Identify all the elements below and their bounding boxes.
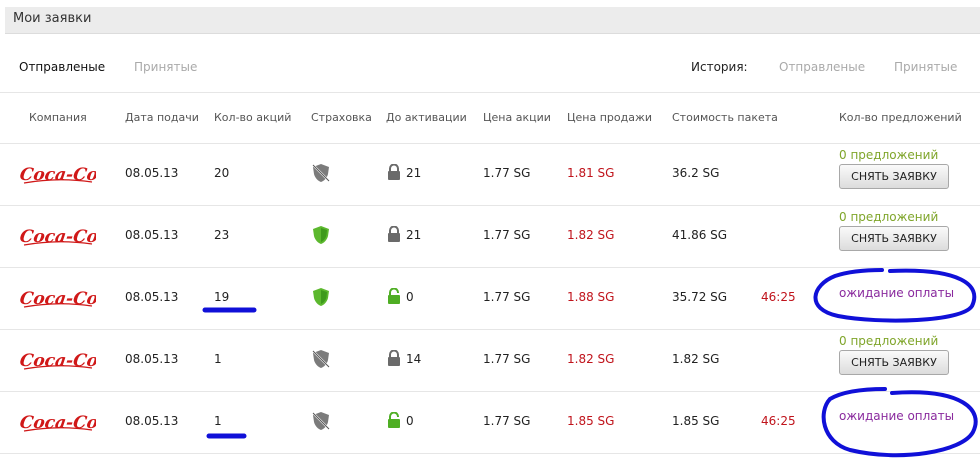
sale-price-cell: 1.88 SG [567,290,615,304]
col-offers: Кол-во предложений [839,111,962,124]
history-label: История: [691,60,748,74]
activation-cell: 21 [406,166,422,180]
shield-off-icon [311,411,331,434]
title-bar: Мои заявки [0,0,980,38]
col-insurance: Страховка [311,111,372,124]
offers-count: 0 предложений [839,148,939,162]
col-date: Дата подачи [125,111,199,124]
tab-accepted[interactable]: Принятые [134,60,197,74]
activation-cell: 21 [406,228,422,242]
cancel-request-button[interactable]: СНЯТЬ ЗАЯВКУ [839,164,949,189]
lock-closed-icon [387,163,401,183]
col-price: Цена акции [483,111,551,124]
cancel-request-button[interactable]: СНЯТЬ ЗАЯВКУ [839,350,949,375]
tabs-row: Отправленые Принятые История: Отправлены… [0,40,980,93]
qty-cell: 19 [214,290,230,304]
page-title: Мои заявки [13,11,92,26]
offers-count: 0 предложений [839,210,939,224]
table-row: Coca-Cola 08.05.13 1 14 1.77 SG 1.82 SG 1.82 S… [0,329,980,392]
table-row: Coca-Cola 08.05.13 23 21 1.77 SG 1.82 SG 41.86… [0,205,980,268]
col-sale: Цена продажи [567,111,653,124]
sale-price-cell: 1.82 SG [567,352,615,366]
date-cell: 08.05.13 [125,352,179,366]
shield-insured-icon [311,225,331,248]
coca-cola-logo: Coca-Cola [18,284,116,312]
shield-off-icon [311,349,331,372]
history-tab-sent[interactable]: Отправленые [779,60,865,74]
activation-cell: 0 [406,414,414,428]
table-header: Компания Дата подачи Кол-во акций Страхо… [0,93,980,144]
sale-price-cell: 1.82 SG [567,228,615,242]
date-cell: 08.05.13 [125,166,179,180]
tab-sent[interactable]: Отправленые [19,60,105,74]
col-company: Компания [29,111,87,124]
qty-cell: 23 [214,228,230,242]
sale-price-cell: 1.81 SG [567,166,615,180]
coca-cola-logo: Coca-Cola [18,346,116,374]
coca-cola-logo: Coca-Cola [18,408,116,436]
cost-cell: 1.82 SG [672,352,720,366]
coca-cola-logo: Coca-Cola [18,160,116,188]
shield-insured-icon [311,287,331,310]
timer-cell: 46:25 [761,414,796,428]
qty-cell: 1 [214,414,222,428]
sale-price-cell: 1.85 SG [567,414,615,428]
cancel-request-button[interactable]: СНЯТЬ ЗАЯВКУ [839,226,949,251]
timer-cell: 46:25 [761,290,796,304]
shield-off-icon [311,163,331,186]
coca-cola-logo: Coca-Cola [18,222,116,250]
cost-cell: 1.85 SG [672,414,720,428]
table-row: Coca-Cola 08.05.13 1 0 1.77 SG 1.85 SG 1.85 SG… [0,391,980,454]
title-bar-inner: Мои заявки [5,7,980,34]
date-cell: 08.05.13 [125,228,179,242]
cost-cell: 35.72 SG [672,290,728,304]
price-cell: 1.77 SG [483,166,531,180]
col-activation: До активации [386,111,467,124]
table-row: Coca-Cola 08.05.13 20 21 1.77 SG 1.81 SG 36.2 … [0,143,980,206]
history-tab-accepted[interactable]: Принятые [894,60,957,74]
date-cell: 08.05.13 [125,290,179,304]
cost-cell: 41.86 SG [672,228,728,242]
date-cell: 08.05.13 [125,414,179,428]
awaiting-payment-status: ожидание оплаты [839,286,955,300]
lock-open-icon [387,411,401,431]
table-row: Coca-Cola 08.05.13 19 0 1.77 SG 1.88 SG 35.72 … [0,267,980,330]
price-cell: 1.77 SG [483,414,531,428]
price-cell: 1.77 SG [483,352,531,366]
cost-cell: 36.2 SG [672,166,720,180]
price-cell: 1.77 SG [483,290,531,304]
lock-closed-icon [387,225,401,245]
lock-open-icon [387,287,401,307]
col-qty: Кол-во акций [214,111,292,124]
price-cell: 1.77 SG [483,228,531,242]
lock-closed-icon [387,349,401,369]
qty-cell: 20 [214,166,230,180]
activation-cell: 14 [406,352,422,366]
activation-cell: 0 [406,290,414,304]
col-cost: Стоимость пакета [672,111,778,124]
awaiting-payment-status: ожидание оплаты [839,409,955,423]
qty-cell: 1 [214,352,222,366]
offers-count: 0 предложений [839,334,939,348]
